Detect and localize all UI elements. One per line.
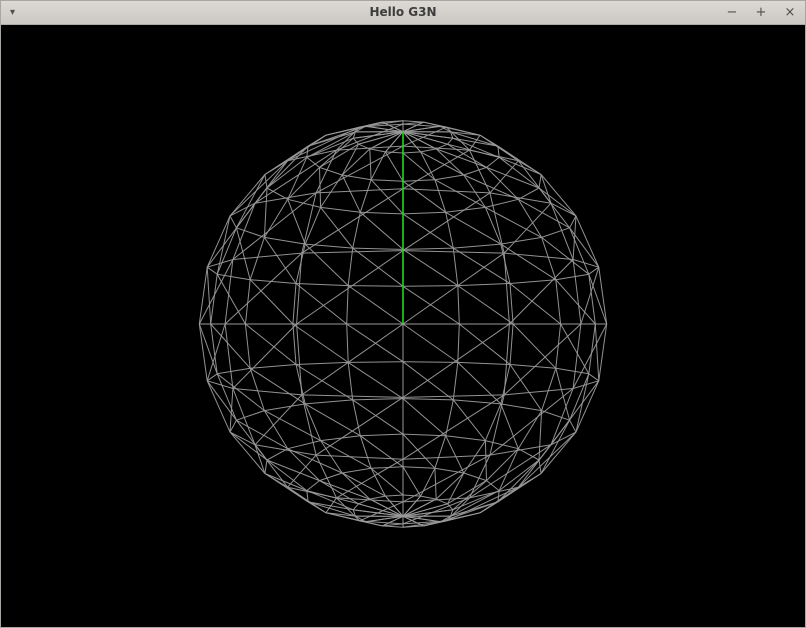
window-controls: − + × [725,1,797,24]
wireframe-scene [1,25,805,627]
maximize-icon[interactable]: + [754,1,768,24]
titlebar[interactable]: ▾ Hello G3N − + × [1,1,805,25]
window-title: Hello G3N [1,1,805,24]
render-viewport[interactable] [1,25,805,627]
close-icon[interactable]: × [783,1,797,24]
minimize-icon[interactable]: − [725,1,739,24]
app-window: ▾ Hello G3N − + × [0,0,806,628]
